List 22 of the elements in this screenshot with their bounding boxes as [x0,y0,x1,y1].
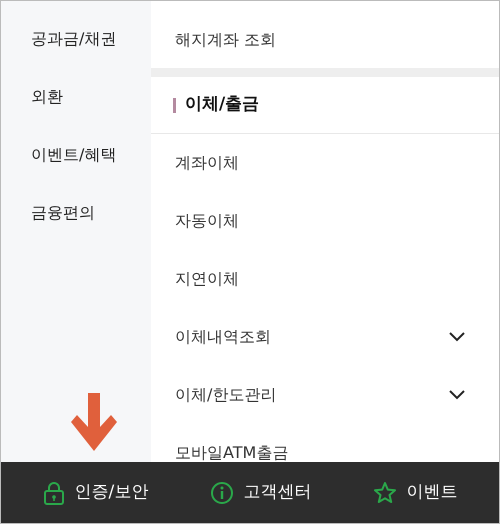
menu-item[interactable]: 지연이체 [175,267,239,291]
menu-item[interactable]: 계좌이체 [175,151,239,175]
bottom-nav-button[interactable]: 고객센터 [205,476,318,510]
info-icon [211,480,234,504]
menu-item[interactable]: 이체내역조회 [175,325,271,349]
menu-item[interactable]: 모바일ATM출금 [175,441,288,462]
bottom-nav-button[interactable]: 이벤트 [368,476,464,510]
menu-item[interactable]: 이체/한도관리 [175,383,276,407]
down-arrow-icon [71,393,117,451]
star-icon [374,480,396,504]
section-marker [173,98,176,112]
bottom-nav-button[interactable]: 인증/보안 [36,476,154,510]
menu-item[interactable]: 자동이체 [175,209,239,233]
sidebar-item[interactable]: 금융편의 [1,184,151,242]
menu-item[interactable]: 해지계좌 조회 [151,11,499,68]
sidebar-item[interactable]: 외환 [1,68,151,126]
sidebar-item[interactable]: 공과금/채권 [1,10,151,68]
chevron-down-icon[interactable] [449,390,465,400]
sidebar-item[interactable]: 이벤트/혜택 [1,126,151,184]
chevron-down-icon[interactable] [449,332,465,342]
lock-icon [42,480,65,504]
section-title: 이체/출금 [185,93,260,116]
